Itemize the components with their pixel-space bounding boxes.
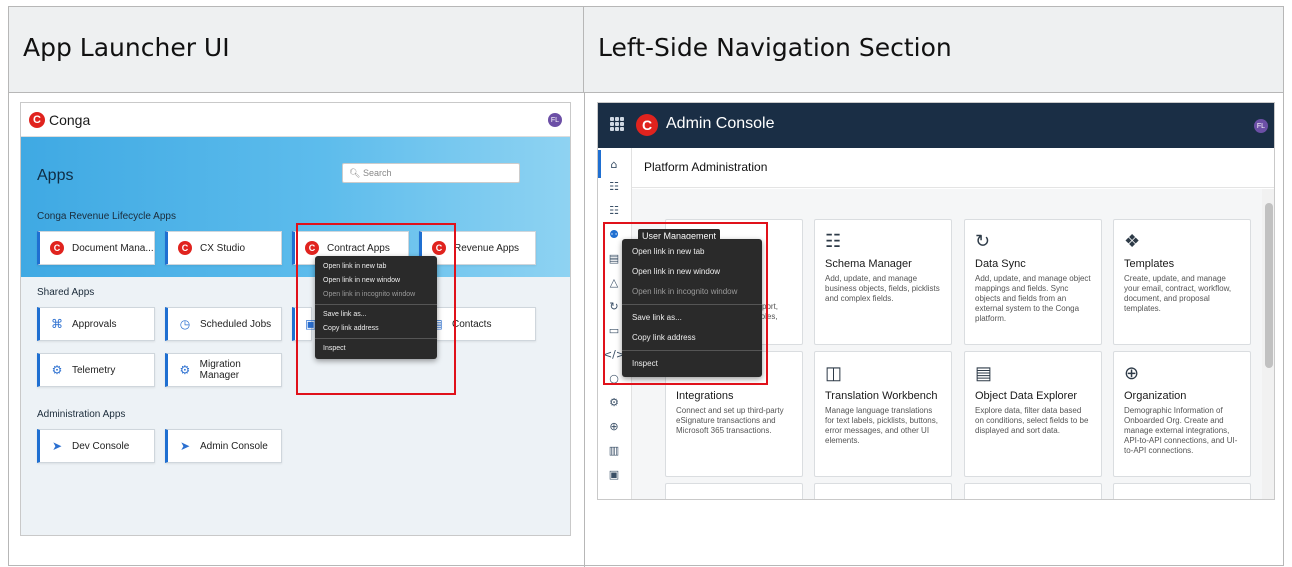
app-tile-cx-studio[interactable]: C CX Studio [165,231,282,265]
search-placeholder: Search [362,168,392,178]
app-tile-document-manager[interactable]: C Document Mana... [37,231,155,265]
sync-icon: ↻ [975,231,991,251]
command-icon: ⌘ [51,317,63,331]
gear-icon: ⚙ [51,363,63,377]
card-organization[interactable]: ⊕ Organization Demographic Information o… [1113,351,1251,477]
app-tile-dev-console[interactable]: ➤ Dev Console [37,429,155,463]
home-icon[interactable]: ⌂ [606,156,622,172]
launcher-body: Apps 🔍︎ Search Conga Revenue Lifecycle A… [21,137,570,535]
rocket-icon: ➤ [179,439,191,453]
scrollbar-thumb[interactable] [1265,203,1273,368]
column-header-left: App Launcher UI [9,7,584,93]
column-divider [584,93,585,567]
section-shared-apps: Shared Apps [37,287,95,298]
card-partial[interactable] [665,483,803,499]
document-icon[interactable]: ▥ [606,442,622,458]
page-title: Platform Administration [632,148,1274,188]
database-icon: ▤ [975,363,993,383]
hierarchy-icon[interactable]: ☷ [606,202,622,218]
camera-icon[interactable]: ▣ [606,466,622,482]
column-header-right: Left-Side Navigation Section [584,7,1283,93]
card-partial[interactable] [1113,483,1251,499]
app-tile-approvals[interactable]: ⌘ Approvals [37,307,155,341]
card-object-data-explorer[interactable]: ▤ Object Data Explorer Explore data, fil… [964,351,1102,477]
admin-console-screenshot: C Admin Console FL ⌂ ☷ ☷ ⚉ ▤ △ ↻ ▭ </> ○… [597,102,1275,500]
globe-icon[interactable]: ⊕ [606,418,622,434]
avatar[interactable]: FL [1254,119,1268,133]
avatar[interactable]: FL [548,113,562,127]
app-grid-icon[interactable] [610,117,624,131]
highlight-box [603,222,768,385]
conga-app-icon: C [178,241,192,255]
launcher-brand: Conga [49,111,91,128]
card-data-sync[interactable]: ↻ Data Sync Add, update, and manage obje… [964,219,1102,345]
scrollbar[interactable] [1262,189,1274,499]
card-partial[interactable] [964,483,1102,499]
app-tile-migration-manager[interactable]: ⚙ Migration Manager [165,353,282,387]
card-templates[interactable]: ❖ Templates Create, update, and manage y… [1113,219,1251,345]
admin-title: Admin Console [666,115,775,132]
section-revenue-apps: Conga Revenue Lifecycle Apps [37,211,176,222]
apps-title: Apps [37,167,74,184]
gear-icon: ⚙ [179,363,191,377]
app-tile-admin-console[interactable]: ➤ Admin Console [165,429,282,463]
templates-icon: ❖ [1124,231,1141,251]
search-input[interactable]: 🔍︎ Search [342,163,520,183]
card-translation-workbench[interactable]: ◫ Translation Workbench Manage language … [814,351,952,477]
card-partial[interactable] [814,483,952,499]
hierarchy-icon[interactable]: ☷ [606,178,622,194]
section-admin-apps: Administration Apps [37,409,126,420]
layout-icon: ◫ [825,363,843,383]
highlight-box [296,223,456,395]
globe-icon: ⊕ [1124,363,1140,383]
app-tile-telemetry[interactable]: ⚙ Telemetry [37,353,155,387]
settings-icon[interactable]: ⚙ [606,394,622,410]
clock-icon: ◷ [179,317,191,331]
search-icon: 🔍︎ [349,168,361,178]
schema-icon: ☷ [825,231,842,251]
conga-logo-icon: C [636,114,658,136]
card-schema-manager[interactable]: ☷ Schema Manager Add, update, and manage… [814,219,952,345]
admin-topbar: C Admin Console FL [598,103,1274,148]
app-launcher-screenshot: C Conga FL Apps 🔍︎ Search Conga Revenue … [20,102,571,536]
launcher-topbar: C Conga FL [21,103,570,137]
conga-logo-icon: C [29,111,45,128]
app-tile-scheduled-jobs[interactable]: ◷ Scheduled Jobs [165,307,282,341]
rocket-icon: ➤ [51,439,63,453]
conga-app-icon: C [50,241,64,255]
